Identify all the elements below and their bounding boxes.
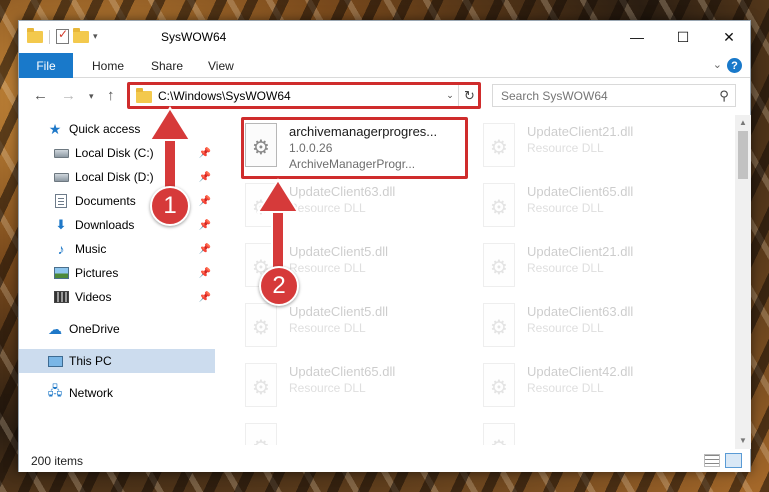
annotation-arrows bbox=[148, 106, 300, 271]
callout-step-2: 2 bbox=[259, 266, 299, 306]
arrow-to-address-bar bbox=[148, 106, 192, 199]
arrow-to-file bbox=[256, 178, 300, 271]
callout-step-1: 1 bbox=[150, 186, 190, 226]
